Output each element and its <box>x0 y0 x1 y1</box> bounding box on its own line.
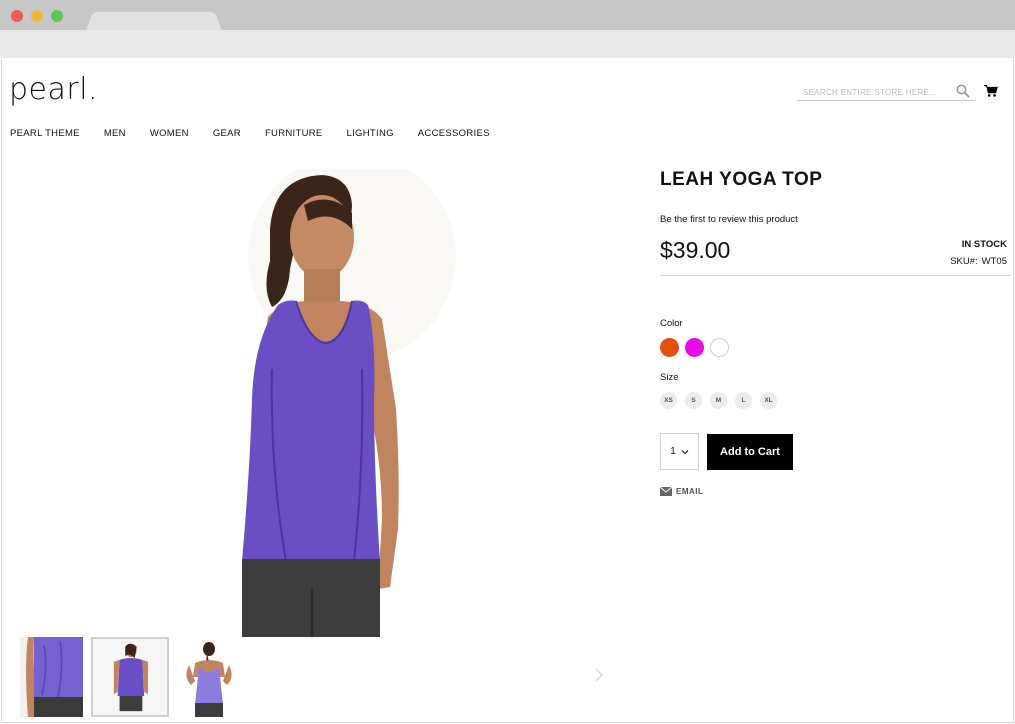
color-swatches <box>660 338 729 357</box>
thumbnail-strip <box>20 637 240 717</box>
size-option-l[interactable]: L <box>735 392 752 409</box>
envelope-icon <box>660 487 672 496</box>
color-swatch-magenta[interactable] <box>685 338 704 357</box>
chevron-right-icon[interactable] <box>594 667 604 683</box>
sku-label: SKU#: <box>950 256 978 267</box>
size-options: XS S M L XL <box>660 392 777 409</box>
product-price: $39.00 <box>660 237 731 263</box>
store-page: pearl. PEARL THEME MEN WOMEN GEAR FURNIT… <box>1 59 1014 723</box>
thumbnail-back[interactable] <box>177 637 240 717</box>
minimize-window-button[interactable] <box>31 10 43 22</box>
browser-toolbar <box>0 30 1015 58</box>
maximize-window-button[interactable] <box>51 10 63 22</box>
product-main-image[interactable] <box>212 169 462 637</box>
color-swatch-orange[interactable] <box>660 338 679 357</box>
email-label: EMAIL <box>676 487 704 496</box>
thumbnail-detail[interactable] <box>20 637 83 717</box>
size-option-xs[interactable]: XS <box>660 392 677 409</box>
chevron-down-icon <box>681 449 689 454</box>
sku-value: WT05 <box>981 256 1007 267</box>
quantity-select[interactable]: 1 <box>660 433 699 470</box>
size-option-m[interactable]: M <box>710 392 727 409</box>
divider <box>660 275 1010 276</box>
browser-tab[interactable] <box>86 11 222 31</box>
close-window-button[interactable] <box>11 10 23 22</box>
cart-icon[interactable] <box>984 84 998 98</box>
nav-item-women[interactable]: WOMEN <box>150 128 189 139</box>
color-label: Color <box>660 318 683 329</box>
stock-status: IN STOCK <box>961 239 1007 250</box>
main-nav: PEARL THEME MEN WOMEN GEAR FURNITURE LIG… <box>10 128 514 139</box>
size-option-s[interactable]: S <box>685 392 702 409</box>
search-box <box>797 82 976 102</box>
search-input[interactable] <box>797 83 947 102</box>
nav-item-lighting[interactable]: LIGHTING <box>347 128 394 139</box>
email-link[interactable]: EMAIL <box>660 487 703 496</box>
sku: SKU#: WT05 <box>946 256 1007 267</box>
nav-item-furniture[interactable]: FURNITURE <box>265 128 323 139</box>
nav-item-pearl-theme[interactable]: PEARL THEME <box>10 128 80 139</box>
color-swatch-white[interactable] <box>710 338 729 357</box>
nav-item-gear[interactable]: GEAR <box>213 128 241 139</box>
product-title: LEAH YOGA TOP <box>660 169 823 190</box>
add-to-cart-button[interactable]: Add to Cart <box>707 434 793 470</box>
browser-chrome <box>0 0 1015 58</box>
review-link[interactable]: Be the first to review this product <box>660 214 798 225</box>
size-option-xl[interactable]: XL <box>760 392 777 409</box>
thumbnail-front[interactable] <box>91 637 169 717</box>
size-label: Size <box>660 372 679 383</box>
nav-item-men[interactable]: MEN <box>104 128 126 139</box>
store-logo[interactable]: pearl. <box>9 72 98 107</box>
quantity-value: 1 <box>670 446 676 457</box>
search-icon[interactable] <box>956 84 970 98</box>
nav-item-accessories[interactable]: ACCESSORIES <box>418 128 490 139</box>
